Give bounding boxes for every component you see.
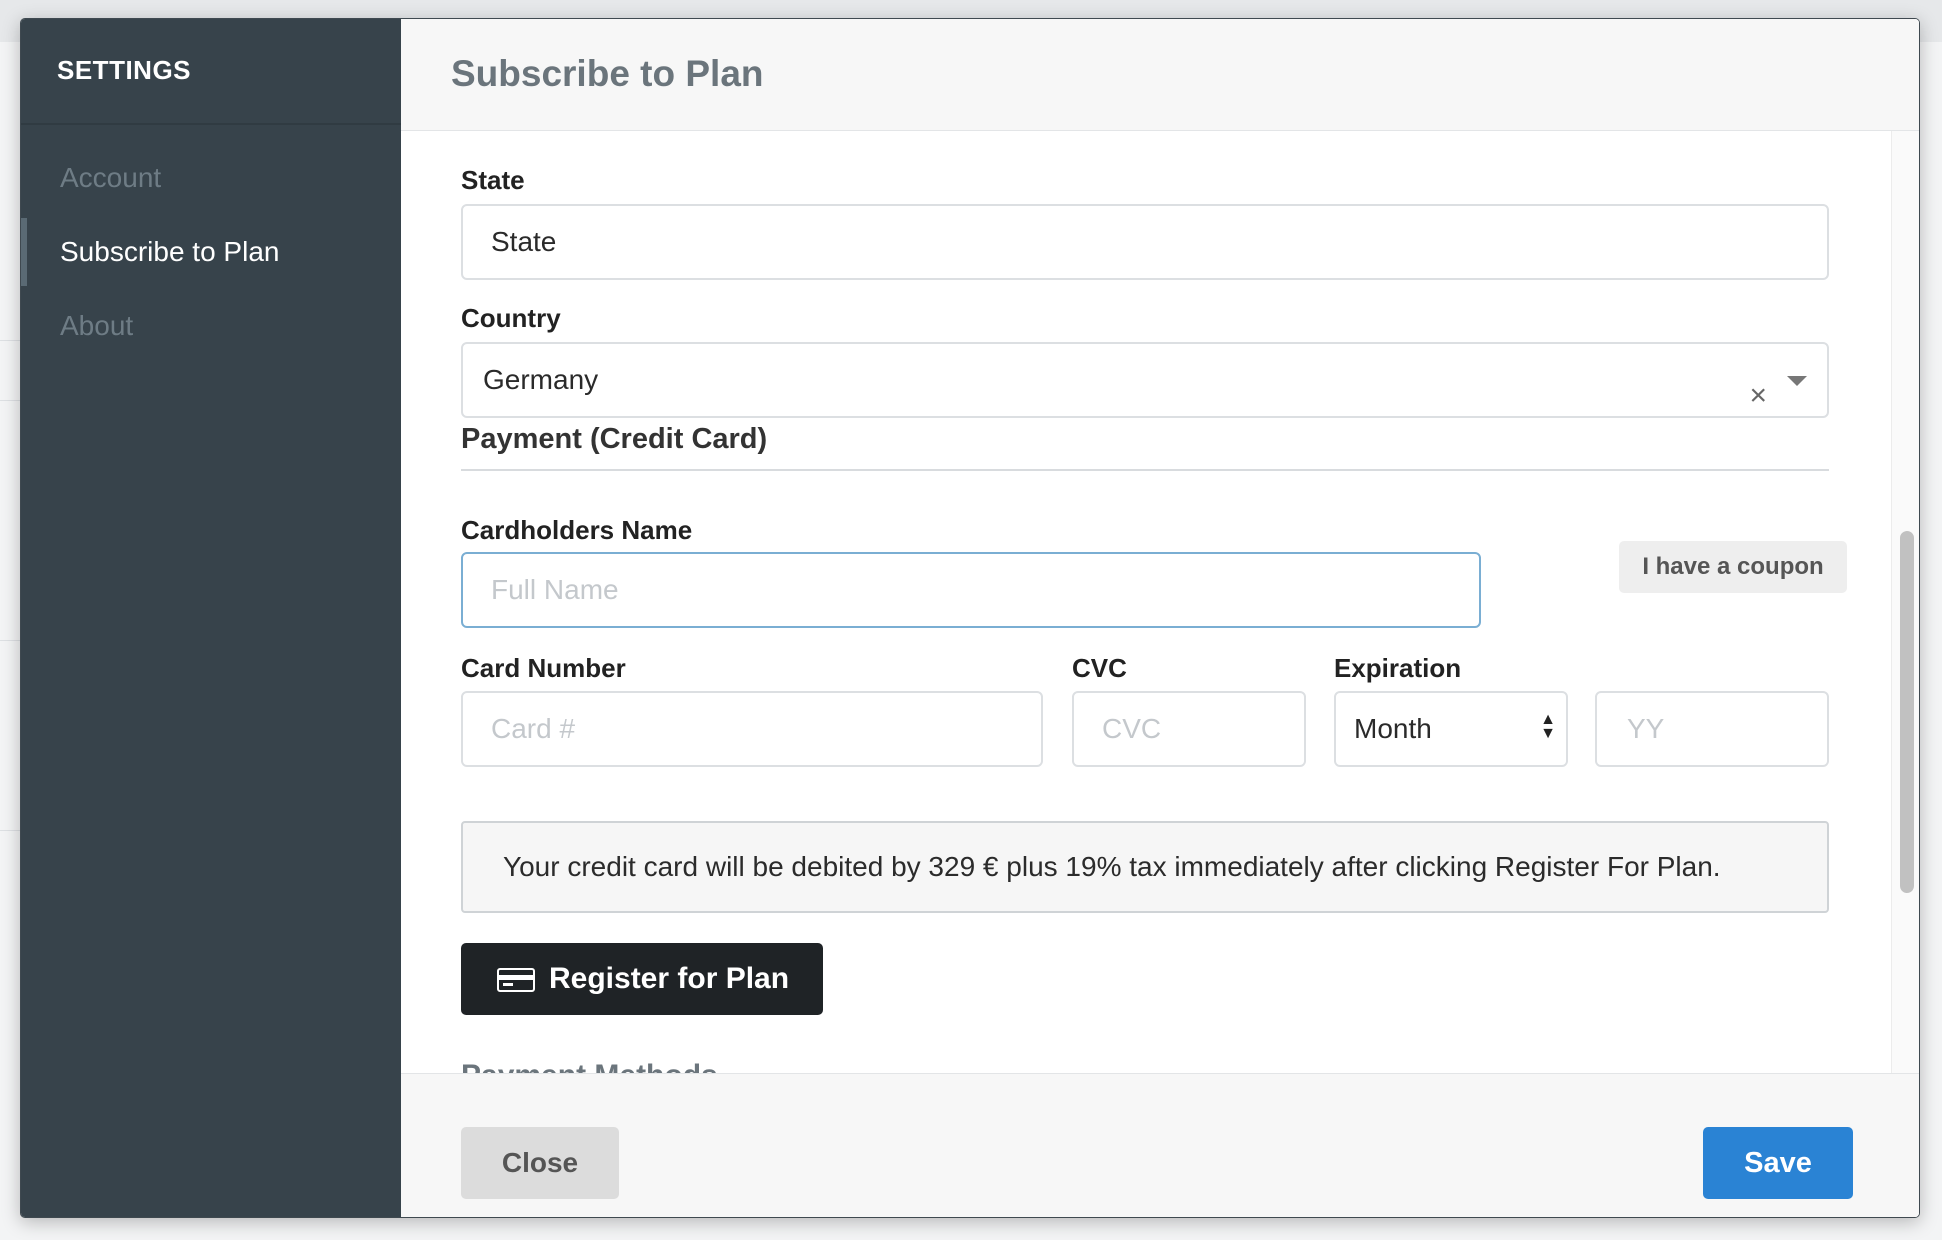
payment-section-title: Payment (Credit Card)	[461, 423, 768, 455]
close-icon[interactable]: ×	[1749, 360, 1767, 432]
month-value: Month	[1354, 713, 1432, 744]
section-divider	[461, 469, 1829, 471]
country-label: Country	[461, 303, 561, 333]
caret-down-icon[interactable]	[1787, 376, 1807, 386]
modal-header: Subscribe to Plan	[401, 19, 1919, 131]
save-button[interactable]: Save	[1703, 1127, 1853, 1199]
country-select[interactable]: Germany ×	[461, 342, 1829, 418]
settings-sidebar: SETTINGS Account Subscribe to Plan About	[21, 19, 401, 1217]
expiration-year-field[interactable]: YY	[1595, 691, 1829, 767]
card-number-label: Card Number	[461, 653, 626, 683]
modal-body: State State Country Germany × Payment (C…	[401, 131, 1919, 1073]
cvc-field[interactable]: CVC	[1072, 691, 1306, 767]
cvc-label: CVC	[1072, 653, 1127, 683]
page-title: Subscribe to Plan	[451, 53, 764, 94]
settings-modal: SETTINGS Account Subscribe to Plan About…	[20, 18, 1920, 1218]
expiration-label: Expiration	[1334, 653, 1462, 683]
register-label: Register for Plan	[549, 962, 790, 995]
sidebar-divider	[21, 123, 401, 125]
sidebar-item-account[interactable]: Account	[21, 144, 401, 212]
close-button[interactable]: Close	[461, 1127, 619, 1199]
background-divider	[0, 340, 20, 341]
country-value: Germany	[483, 364, 599, 395]
background-divider	[0, 830, 20, 831]
background-divider	[0, 400, 20, 401]
cardholder-label: Cardholders Name	[461, 515, 693, 545]
state-label: State	[461, 165, 525, 195]
sidebar-title: SETTINGS	[57, 55, 192, 85]
sort-icon: ▲ ▼	[1540, 711, 1556, 742]
modal-footer: Close Save	[401, 1073, 1919, 1217]
payment-methods-title: Payment Methods	[461, 1059, 718, 1073]
settings-content: Subscribe to Plan State State Country Ge…	[401, 19, 1919, 1217]
scrollbar-track[interactable]	[1891, 131, 1919, 1073]
coupon-button[interactable]: I have a coupon	[1619, 541, 1847, 593]
cardholder-name-field[interactable]: Full Name	[461, 552, 1481, 628]
sidebar-item-about[interactable]: About	[21, 292, 401, 360]
credit-card-icon	[497, 968, 535, 992]
background-divider	[0, 640, 20, 641]
state-field[interactable]: State	[461, 204, 1829, 280]
scrollbar-thumb[interactable]	[1900, 531, 1914, 893]
expiration-month-select[interactable]: Month ▲ ▼	[1334, 691, 1568, 767]
card-number-field[interactable]: Card #	[461, 691, 1043, 767]
register-for-plan-button[interactable]: Register for Plan	[461, 943, 823, 1015]
sidebar-item-subscribe-to-plan[interactable]: Subscribe to Plan	[21, 218, 401, 286]
charge-notice: Your credit card will be debited by 329 …	[461, 821, 1829, 913]
